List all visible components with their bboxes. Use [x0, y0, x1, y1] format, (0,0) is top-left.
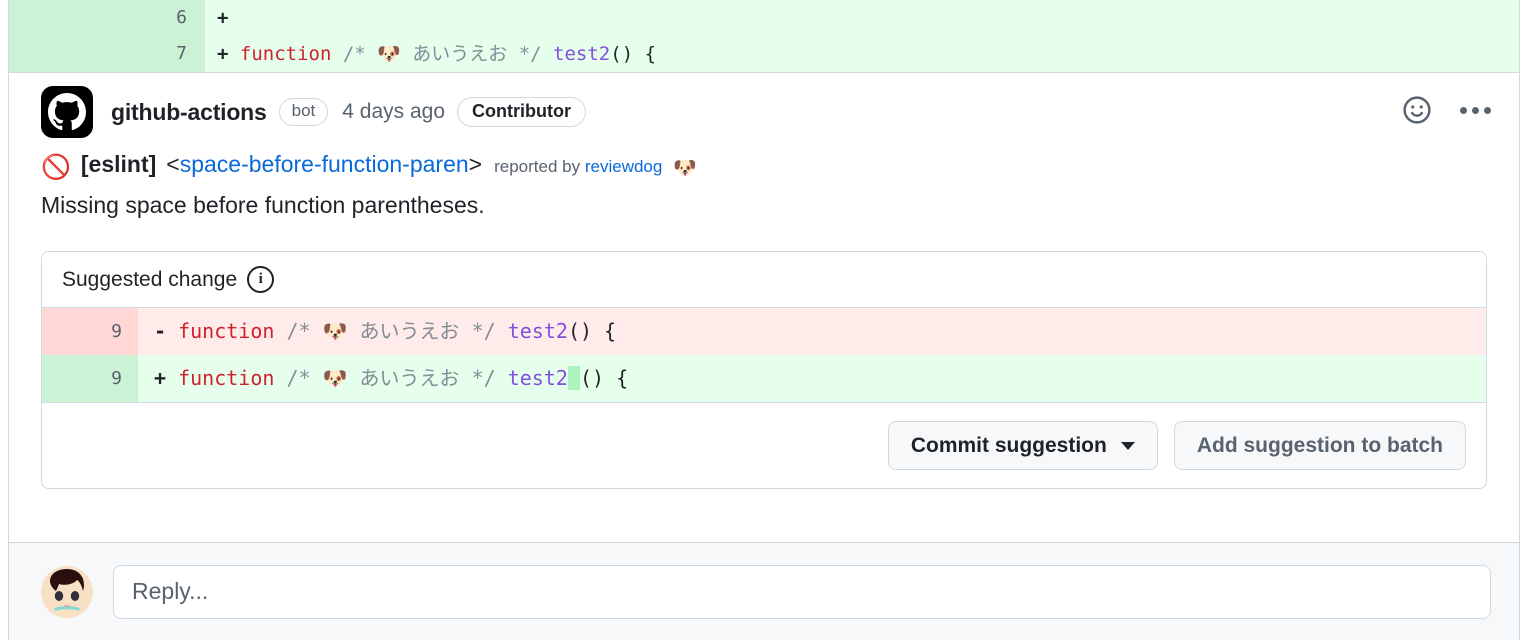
- line-number[interactable]: 6: [9, 0, 205, 36]
- lint-rule-link[interactable]: space-before-function-paren: [180, 149, 469, 180]
- lint-headline: 🚫 [eslint] < space-before-function-paren…: [41, 149, 1487, 180]
- commit-suggestion-button[interactable]: Commit suggestion: [888, 421, 1158, 470]
- diff-context-row: 7+ function /* 🐶 あいうえお */ test2() {: [9, 36, 1519, 72]
- comment-header-actions: [1400, 93, 1491, 127]
- code-token: () {: [568, 319, 616, 343]
- lint-tool-label: [eslint]: [81, 149, 156, 180]
- diff-sign: +: [154, 366, 178, 390]
- code-token: () {: [580, 366, 628, 390]
- reply-input[interactable]: Reply...: [113, 565, 1491, 619]
- code-token: [568, 366, 580, 390]
- reviewdog-link[interactable]: reviewdog: [585, 157, 663, 176]
- dog-emoji-icon: 🐶: [673, 158, 697, 179]
- review-comment: github-actions bot 4 days ago Contributo…: [8, 73, 1520, 640]
- no-entry-icon: 🚫: [41, 156, 71, 180]
- diff-sign: +: [217, 7, 240, 29]
- code-token: function: [240, 43, 332, 65]
- reported-by-text: reported by reviewdog 🐶: [494, 154, 697, 180]
- contributor-badge: Contributor: [457, 97, 586, 128]
- suggestion-diff-row: 9- function /* 🐶 あいうえお */ test2() {: [42, 308, 1486, 355]
- code-token: [496, 319, 508, 343]
- smiley-icon[interactable]: [1400, 93, 1434, 127]
- suggested-change-header: Suggested change i: [42, 252, 1486, 308]
- code-token: /* 🐶 あいうえお */: [286, 366, 495, 390]
- code-token: [274, 366, 286, 390]
- suggestion-actions: Commit suggestion Add suggestion to batc…: [42, 403, 1486, 488]
- lint-description: Missing space before function parenthese…: [41, 192, 1487, 219]
- angle-open: <: [166, 149, 179, 180]
- reply-bar: Reply...: [9, 542, 1519, 640]
- diff-context-rows: 6+ 7+ function /* 🐶 あいうえお */ test2() {: [8, 0, 1520, 72]
- code-token: test2: [508, 319, 568, 343]
- bot-badge: bot: [279, 98, 329, 126]
- add-suggestion-to-batch-button[interactable]: Add suggestion to batch: [1174, 421, 1466, 470]
- diff-sign: -: [154, 319, 178, 343]
- comment-timestamp[interactable]: 4 days ago: [342, 100, 445, 124]
- code-token: [496, 366, 508, 390]
- code-token: /* 🐶 あいうえお */: [286, 319, 495, 343]
- code-line: - function /* 🐶 あいうえお */ test2() {: [138, 308, 1486, 355]
- add-suggestion-to-batch-label: Add suggestion to batch: [1197, 435, 1443, 456]
- kebab-menu-icon[interactable]: [1460, 107, 1491, 114]
- code-token: () {: [610, 43, 656, 65]
- code-token: [274, 319, 286, 343]
- suggested-change-box: Suggested change i 9- function /* 🐶 あいうえ…: [41, 251, 1487, 489]
- code-line: + function /* 🐶 あいうえお */ test2() {: [205, 36, 1519, 72]
- line-number[interactable]: 9: [42, 308, 138, 355]
- code-line: +: [205, 0, 1519, 36]
- code-token: test2: [553, 43, 610, 65]
- code-token: [542, 43, 553, 65]
- comment-header: github-actions bot 4 days ago Contributo…: [9, 73, 1519, 133]
- line-number[interactable]: 7: [9, 36, 205, 72]
- reported-by-prefix: reported by: [494, 157, 580, 176]
- line-number[interactable]: 9: [42, 355, 138, 402]
- comment-body: 🚫 [eslint] < space-before-function-paren…: [9, 133, 1519, 219]
- pr-review-comment-page: 6+ 7+ function /* 🐶 あいうえお */ test2() { g…: [0, 0, 1536, 640]
- code-token: test2: [508, 366, 568, 390]
- reply-placeholder: Reply...: [132, 578, 208, 605]
- info-icon[interactable]: i: [247, 266, 274, 293]
- angle-close: >: [469, 149, 482, 180]
- diff-context-row: 6+: [9, 0, 1519, 36]
- github-octocat-icon[interactable]: [41, 86, 93, 138]
- chevron-down-icon[interactable]: [1121, 442, 1135, 450]
- code-token: [331, 43, 342, 65]
- commit-suggestion-label: Commit suggestion: [911, 435, 1107, 456]
- user-avatar[interactable]: [41, 566, 93, 618]
- code-line: + function /* 🐶 あいうえお */ test2 () {: [138, 355, 1486, 402]
- code-token: function: [178, 366, 274, 390]
- code-token: /* 🐶 あいうえお */: [343, 43, 542, 65]
- suggestion-diff-rows: 9- function /* 🐶 あいうえお */ test2() {9+ fu…: [42, 308, 1486, 403]
- suggested-change-title: Suggested change: [62, 268, 237, 292]
- comment-author[interactable]: github-actions: [111, 99, 267, 126]
- diff-sign: +: [217, 43, 240, 65]
- code-token: function: [178, 319, 274, 343]
- suggestion-diff-row: 9+ function /* 🐶 あいうえお */ test2 () {: [42, 355, 1486, 402]
